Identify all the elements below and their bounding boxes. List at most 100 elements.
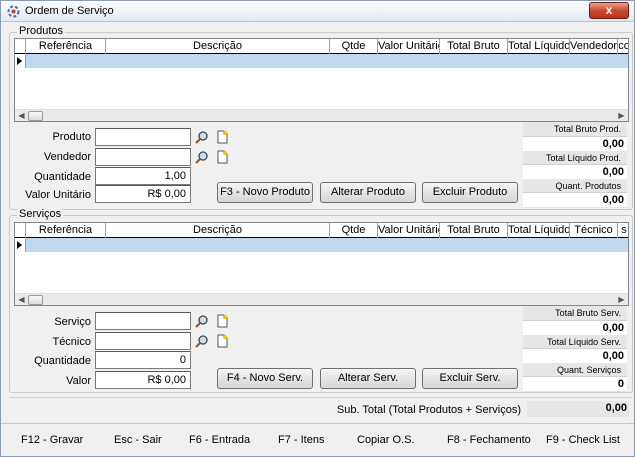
total-liquido-prod-label: Total Líquido Prod.	[545, 153, 621, 163]
alterar-servico-button[interactable]: Alterar Serv.	[320, 368, 416, 389]
col-tecnico[interactable]: Técnico	[570, 223, 618, 238]
servicos-hscrollbar[interactable]: ◀ ▶	[15, 293, 628, 305]
new-document-icon[interactable]	[215, 150, 229, 164]
valor-label: Valor	[66, 375, 91, 387]
subtotal-row: Sub. Total (Total Produtos + Serviços) 0…	[9, 397, 633, 421]
vendedor-input[interactable]	[95, 148, 191, 166]
col-total-liquido[interactable]: Total Líquido	[508, 223, 570, 238]
tecnico-input[interactable]	[95, 332, 191, 350]
total-bruto-prod-box: 0,00	[523, 136, 627, 151]
new-document-icon[interactable]	[215, 314, 229, 328]
total-bruto-serv-box: 0,00	[523, 320, 627, 335]
servico-input[interactable]	[95, 312, 191, 330]
col-descricao[interactable]: Descrição	[106, 223, 330, 238]
produtos-grid[interactable]: Referência Descrição Qtde Valor Unitário…	[14, 38, 629, 122]
col-valor-unitario[interactable]: Valor Unitário	[378, 39, 440, 54]
col-partial[interactable]: s	[618, 223, 628, 238]
servico-label: Serviço	[54, 316, 91, 328]
novo-servico-button[interactable]: F4 - Novo Serv.	[217, 368, 313, 389]
produto-label: Produto	[52, 131, 91, 143]
col-total-liquido[interactable]: Total Líquido	[508, 39, 570, 54]
col-referencia[interactable]: Referência	[26, 223, 106, 238]
produto-input[interactable]	[95, 128, 191, 146]
col-descricao[interactable]: Descrição	[106, 39, 330, 54]
search-icon[interactable]	[195, 150, 209, 164]
produtos-group-label: Produtos	[17, 25, 66, 37]
shortcut-copiar-os[interactable]: Copiar O.S.	[357, 434, 414, 446]
servicos-grid[interactable]: Referência Descrição Qtde Valor Unitário…	[14, 222, 629, 306]
shortcut-entrada[interactable]: F6 - Entrada	[189, 434, 250, 446]
subtotal-box: 0,00	[527, 401, 629, 417]
quant-produtos-value: 0,00	[602, 194, 624, 206]
servicos-totals: Total Bruto Serv. 0,00 Total Líquido Ser…	[523, 306, 627, 392]
produtos-totals: Total Bruto Prod. 0,00 Total Líquido Pro…	[523, 122, 627, 208]
quantidade-label: Quantidade	[34, 171, 91, 183]
quant-servicos-value: 0	[617, 378, 624, 390]
col-total-bruto[interactable]: Total Bruto	[440, 39, 508, 54]
col-partial[interactable]: co	[618, 39, 628, 54]
shortcut-sair[interactable]: Esc - Sair	[114, 434, 162, 446]
total-liquido-serv-box: 0,00	[523, 348, 627, 363]
scroll-right-icon[interactable]: ▶	[615, 110, 628, 121]
search-icon[interactable]	[195, 334, 209, 348]
valor-unitario-input[interactable]: R$ 0,00	[95, 185, 191, 203]
quantidade-serv-input[interactable]: 0	[95, 351, 191, 369]
servicos-grid-header: Referência Descrição Qtde Valor Unitário…	[15, 223, 628, 238]
excluir-produto-button[interactable]: Excluir Produto	[422, 182, 518, 203]
col-valor-unitario[interactable]: Valor Unitário	[378, 223, 440, 238]
quant-servicos-box: 0	[523, 376, 627, 391]
total-bruto-serv-value: 0,00	[602, 322, 624, 334]
quantidade-serv-label: Quantidade	[34, 355, 91, 367]
subtotal-value: 0,00	[605, 402, 627, 414]
table-row[interactable]	[15, 238, 628, 252]
row-header-corner	[15, 223, 26, 238]
subtotal-label: Sub. Total (Total Produtos + Serviços)	[336, 404, 521, 416]
produtos-hscrollbar[interactable]: ◀ ▶	[15, 109, 628, 121]
scroll-left-icon[interactable]: ◀	[15, 110, 28, 121]
total-liquido-serv-label: Total Líquido Serv.	[547, 337, 621, 347]
shortcut-check-list[interactable]: F9 - Check List	[546, 434, 620, 446]
total-bruto-prod-value: 0,00	[602, 138, 624, 150]
total-bruto-serv-label: Total Bruto Serv.	[555, 308, 621, 318]
search-icon[interactable]	[195, 130, 209, 144]
total-bruto-prod-label: Total Bruto Prod.	[553, 124, 621, 134]
search-icon[interactable]	[195, 314, 209, 328]
total-liquido-serv-value: 0,00	[602, 350, 624, 362]
col-vendedor[interactable]: Vendedor	[570, 39, 618, 54]
excluir-servico-button[interactable]: Excluir Serv.	[422, 368, 518, 389]
col-qtde[interactable]: Qtde	[330, 223, 378, 238]
alterar-produto-button[interactable]: Alterar Produto	[320, 182, 416, 203]
quant-servicos-label: Quant. Serviços	[556, 365, 621, 375]
order-service-window: Ordem de Serviço x Produtos Referência D…	[0, 0, 635, 457]
shortcut-bar: F12 - Gravar Esc - Sair F6 - Entrada F7 …	[1, 423, 634, 456]
quant-produtos-box: 0,00	[523, 192, 627, 207]
new-document-icon[interactable]	[215, 334, 229, 348]
close-button[interactable]: x	[589, 2, 629, 19]
tecnico-label: Técnico	[52, 336, 91, 348]
col-qtde[interactable]: Qtde	[330, 39, 378, 54]
col-total-bruto[interactable]: Total Bruto	[440, 223, 508, 238]
app-icon	[7, 5, 20, 18]
scroll-left-icon[interactable]: ◀	[15, 294, 28, 305]
valor-input[interactable]: R$ 0,00	[95, 371, 191, 389]
valor-unitario-label: Valor Unitário	[25, 189, 91, 201]
table-row[interactable]	[15, 54, 628, 68]
shortcut-itens[interactable]: F7 - Itens	[278, 434, 324, 446]
col-referencia[interactable]: Referência	[26, 39, 106, 54]
title-bar: Ordem de Serviço x	[1, 1, 634, 22]
total-liquido-prod-value: 0,00	[602, 166, 624, 178]
new-document-icon[interactable]	[215, 130, 229, 144]
shortcut-gravar[interactable]: F12 - Gravar	[21, 434, 83, 446]
novo-produto-button[interactable]: F3 - Novo Produto	[217, 182, 313, 203]
shortcut-fechamento[interactable]: F8 - Fechamento	[447, 434, 531, 446]
current-row-indicator-icon	[15, 238, 26, 252]
scroll-thumb[interactable]	[28, 111, 43, 121]
scroll-thumb[interactable]	[28, 295, 43, 305]
scroll-right-icon[interactable]: ▶	[615, 294, 628, 305]
produtos-grid-header: Referência Descrição Qtde Valor Unitário…	[15, 39, 628, 54]
current-row-indicator-icon	[15, 54, 26, 68]
row-header-corner	[15, 39, 26, 54]
window-title: Ordem de Serviço	[25, 5, 114, 17]
quantidade-input[interactable]: 1,00	[95, 167, 191, 185]
quant-produtos-label: Quant. Produtos	[555, 181, 621, 191]
